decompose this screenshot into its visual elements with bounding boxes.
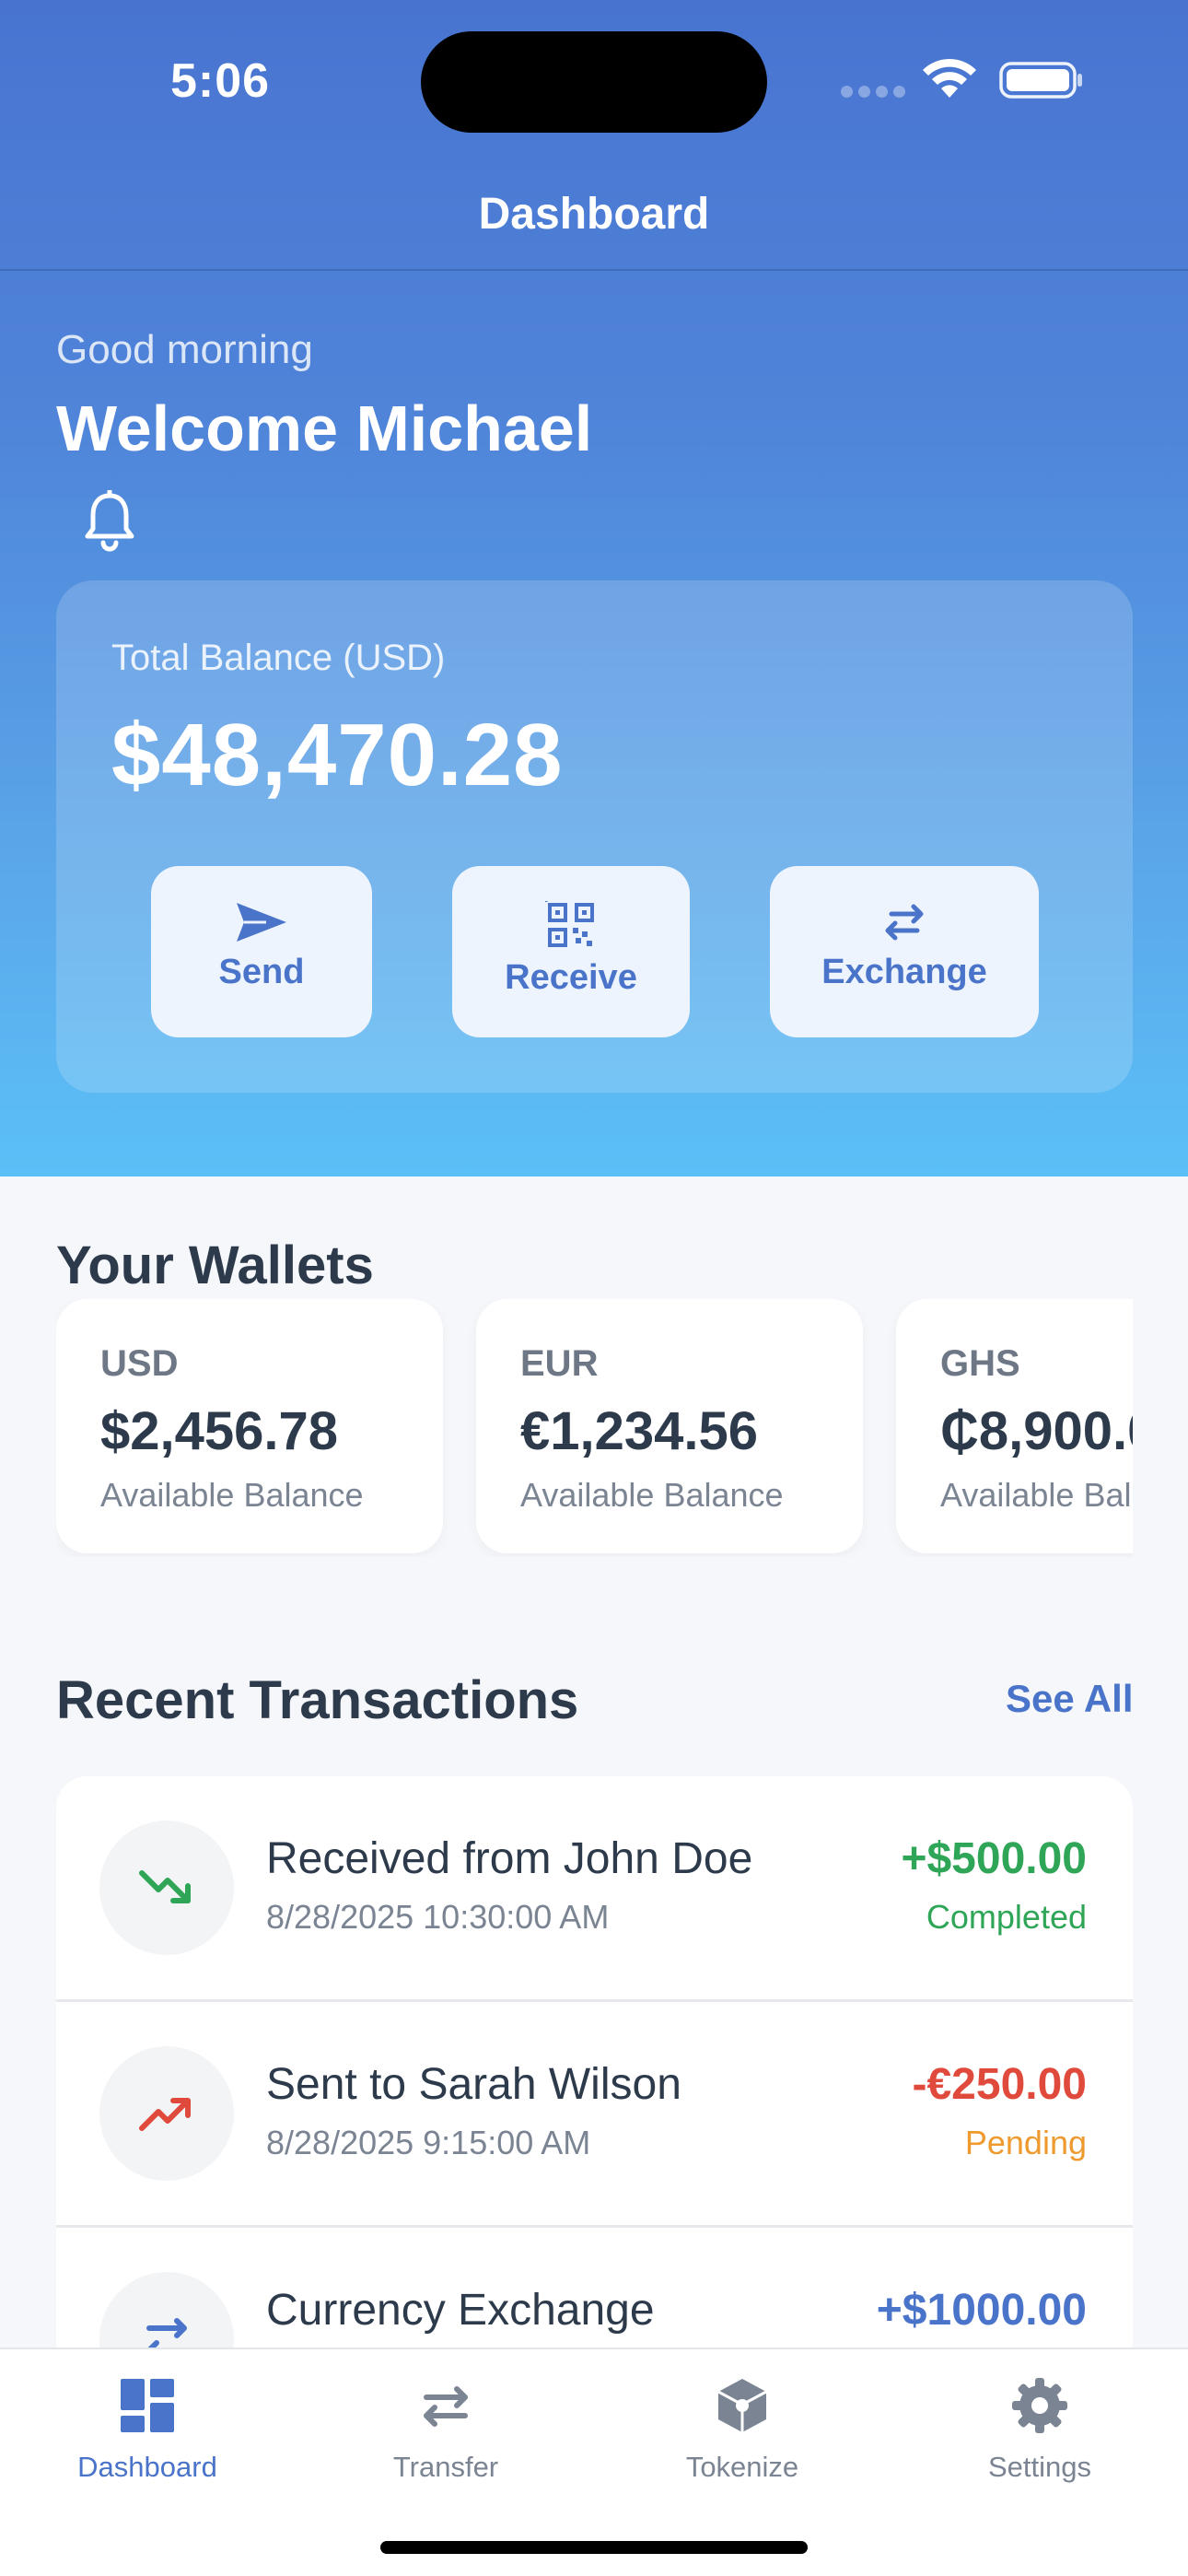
transaction-row[interactable]: Sent to Sarah Wilson 8/28/2025 9:15:00 A… (56, 2002, 1133, 2225)
balance-value: $48,470.28 (111, 706, 564, 804)
wallet-currency: GHS (940, 1343, 1020, 1384)
trending-up-icon (139, 2098, 191, 2131)
wallets-section-title: Your Wallets (56, 1235, 374, 1295)
transaction-row[interactable]: Currency Exchange +$1000.00 (56, 2228, 1133, 2348)
transaction-amount: +$500.00 (901, 1834, 1087, 1883)
tab-label: Settings (987, 2451, 1091, 2483)
tab-transfer[interactable]: Transfer (331, 2377, 561, 2484)
send-icon (237, 903, 286, 942)
transaction-date: 8/28/2025 9:15:00 AM (266, 2124, 591, 2161)
transaction-title: Received from John Doe (266, 1834, 753, 1883)
wallet-card-eur[interactable]: EUR €1,234.56 Available Balance (476, 1299, 863, 1553)
transaction-row[interactable]: Received from John Doe 8/28/2025 10:30:0… (56, 1776, 1133, 1999)
wallets-carousel[interactable]: USD $2,456.78 Available Balance EUR €1,2… (56, 1299, 1133, 1557)
tab-label: Tokenize (685, 2451, 799, 2483)
battery-icon (999, 62, 1082, 99)
wallet-caption: Available Balance (520, 1476, 784, 1514)
transfer-icon (424, 2386, 468, 2427)
see-all-link[interactable]: See All (1006, 1677, 1134, 1721)
dashboard-icon (121, 2379, 174, 2432)
trending-down-icon (139, 1870, 191, 1903)
transaction-date: 8/28/2025 10:30:00 AM (266, 1898, 610, 1936)
receive-label: Receive (505, 958, 637, 997)
home-indicator[interactable] (380, 2541, 808, 2554)
wallet-card-ghs[interactable]: GHS ₵8,900.00 Available Balance (896, 1299, 1133, 1553)
transactions-list: Received from John Doe 8/28/2025 10:30:0… (56, 1776, 1133, 2348)
transaction-status: Pending (964, 2124, 1087, 2161)
transaction-icon-badge (99, 2272, 234, 2348)
wallet-currency: EUR (520, 1343, 599, 1384)
transactions-section-title: Recent Transactions (56, 1670, 579, 1730)
wallet-caption: Available Balance (940, 1476, 1133, 1514)
wallet-amount: €1,234.56 (520, 1401, 759, 1461)
total-balance-card: Total Balance (USD) $48,470.28 Send Rece… (56, 580, 1133, 1093)
status-time: 5:06 (170, 54, 271, 108)
tab-label: Transfer (392, 2451, 499, 2483)
status-bar: 5:06 (0, 0, 1188, 157)
tab-label: Dashboard (77, 2451, 217, 2483)
greeting-text: Good morning (56, 327, 313, 372)
wallet-amount: $2,456.78 (100, 1401, 339, 1461)
send-button[interactable]: Send (151, 866, 372, 1037)
qr-code-icon (545, 901, 594, 947)
transaction-amount: -€250.00 (912, 2060, 1088, 2109)
bell-icon[interactable] (81, 490, 138, 555)
transaction-icon-badge (99, 2046, 234, 2181)
wallet-caption: Available Balance (100, 1476, 364, 1514)
page-title: Dashboard (478, 190, 710, 239)
exchange-icon (146, 2318, 187, 2348)
receive-button[interactable]: Receive (452, 866, 690, 1037)
transaction-title: Sent to Sarah Wilson (266, 2060, 681, 2109)
transaction-icon-badge (99, 1821, 234, 1955)
wallet-amount: ₵8,900.00 (940, 1401, 1133, 1461)
welcome-heading: Welcome Michael (56, 392, 593, 464)
wifi-icon (923, 58, 976, 98)
wallet-card-usd[interactable]: USD $2,456.78 Available Balance (56, 1299, 443, 1553)
cellular-signal-icon (841, 86, 905, 98)
balance-label: Total Balance (USD) (111, 638, 446, 678)
send-label: Send (218, 953, 305, 991)
tab-tokenize[interactable]: Tokenize (627, 2377, 857, 2484)
tab-dashboard[interactable]: Dashboard (32, 2377, 262, 2484)
transaction-amount: +$1000.00 (876, 2286, 1087, 2335)
transaction-status: Completed (926, 1898, 1087, 1936)
gear-icon (1012, 2378, 1067, 2433)
tab-settings[interactable]: Settings (925, 2377, 1155, 2484)
transaction-title: Currency Exchange (266, 2286, 655, 2335)
cube-icon (717, 2379, 767, 2432)
wallet-currency: USD (100, 1343, 179, 1384)
nav-divider (0, 269, 1188, 271)
exchange-label: Exchange (821, 953, 987, 991)
exchange-button[interactable]: Exchange (770, 866, 1039, 1037)
dynamic-island (421, 31, 767, 133)
exchange-icon (885, 904, 924, 941)
